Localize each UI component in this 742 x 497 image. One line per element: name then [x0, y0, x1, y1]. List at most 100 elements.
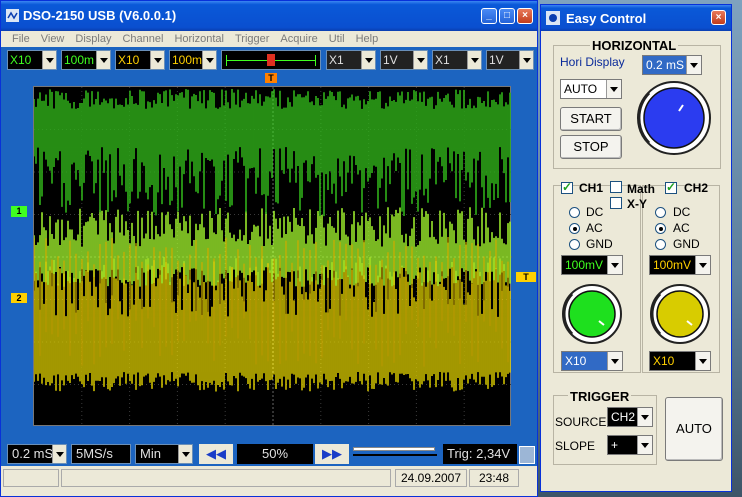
menu-display[interactable]: Display — [75, 31, 111, 47]
chevron-down-icon[interactable] — [637, 408, 652, 426]
chevron-down-icon[interactable] — [607, 256, 622, 274]
ch2-probe-select[interactable]: X10 — [649, 351, 711, 371]
ch2-gnd-radio[interactable] — [655, 239, 666, 250]
math-volt-select-1[interactable]: 1V — [380, 50, 428, 70]
trigger-position-marker[interactable] — [267, 54, 275, 66]
scope-toolbar: X10 100m X10 100m X1 1V X1 1V — [1, 47, 537, 73]
ch1-gnd-label: GND — [586, 237, 613, 251]
scope-title: DSO-2150 USB (V6.0.0.1) — [23, 8, 177, 23]
auto-button[interactable]: AUTO — [665, 397, 723, 461]
chevron-down-icon[interactable] — [42, 51, 56, 69]
chevron-down-icon[interactable] — [695, 352, 710, 370]
trigger-slope-value: + — [611, 438, 619, 452]
ch1-checkbox[interactable] — [561, 180, 573, 194]
ch2-checkbox[interactable] — [665, 180, 677, 194]
trigger-slope-select[interactable]: + — [607, 435, 653, 455]
xy-checkbox[interactable] — [610, 197, 622, 209]
ch1-ac-radio[interactable] — [569, 223, 580, 234]
menu-horizontal[interactable]: Horizontal — [174, 31, 224, 47]
status-bar: 24.09.2007 23:48 — [1, 466, 537, 496]
ch1-probe-select[interactable]: X10 — [7, 50, 57, 70]
chevron-down-icon[interactable] — [695, 256, 710, 274]
ch2-level-marker[interactable]: 2 — [11, 293, 27, 303]
chevron-down-icon[interactable] — [202, 51, 216, 69]
trigger-position-top-marker[interactable]: T — [265, 73, 277, 83]
horizontal-knob[interactable] — [635, 79, 713, 157]
chevron-down-icon[interactable] — [52, 445, 66, 463]
chevron-down-icon[interactable] — [467, 51, 481, 69]
menu-acquire[interactable]: Acquire — [280, 31, 317, 47]
trigger-source-select[interactable]: CH2 — [607, 407, 653, 427]
menu-view[interactable]: View — [41, 31, 65, 47]
close-button[interactable]: × — [711, 10, 726, 25]
ch2-label: CH2 — [684, 181, 709, 195]
menu-util[interactable]: Util — [329, 31, 345, 47]
ch1-volt-select[interactable]: 100m — [61, 50, 111, 70]
slider-thumb[interactable] — [353, 447, 435, 451]
chevron-down-icon[interactable] — [686, 56, 701, 74]
waveform-traces — [34, 87, 512, 427]
math-probe-value-2: X1 — [435, 53, 450, 67]
acquire-mode-select[interactable]: Min — [135, 444, 193, 464]
menu-file[interactable]: File — [12, 31, 30, 47]
ch1-dc-radio[interactable] — [569, 207, 580, 218]
easy-control-title: Easy Control — [566, 11, 647, 26]
chevron-down-icon[interactable] — [150, 51, 164, 69]
position-slider[interactable] — [353, 446, 437, 462]
refresh-icon[interactable] — [519, 446, 535, 464]
ch2-dc-radio[interactable] — [655, 207, 666, 218]
trigger-source-value: CH2 — [611, 410, 636, 424]
maximize-button[interactable]: □ — [499, 8, 515, 24]
math-volt-value-2: 1V — [489, 53, 504, 67]
math-probe-select-2[interactable]: X1 — [432, 50, 482, 70]
ch1-knob[interactable] — [561, 283, 623, 345]
scope-titlebar[interactable]: DSO-2150 USB (V6.0.0.1) _ □ × — [1, 1, 537, 31]
math-volt-select-2[interactable]: 1V — [486, 50, 534, 70]
chevron-down-icon[interactable] — [606, 80, 621, 98]
timebase-position-indicator[interactable] — [221, 50, 321, 70]
trigger-source-label: SOURCE — [555, 415, 607, 429]
chevron-down-icon[interactable] — [607, 352, 622, 370]
ch1-volt-value: 100m — [64, 53, 95, 67]
chevron-down-icon[interactable] — [96, 51, 110, 69]
ch1-volt-select[interactable]: 100mV — [561, 255, 623, 275]
ch2-volt-select[interactable]: 100m — [169, 50, 217, 70]
scroll-right-button[interactable]: ▶▶ — [315, 444, 349, 464]
minimize-button[interactable]: _ — [481, 8, 497, 24]
timebase-value: 0.2 mS — [12, 446, 54, 461]
menu-channel[interactable]: Channel — [122, 31, 163, 47]
ch1-gnd-radio[interactable] — [569, 239, 580, 250]
ch2-volt-select[interactable]: 100mV — [649, 255, 711, 275]
ch2-probe-select[interactable]: X10 — [115, 50, 165, 70]
start-button[interactable]: START — [560, 107, 622, 131]
ch2-ac-radio[interactable] — [655, 223, 666, 234]
app-icon — [6, 9, 19, 22]
app-icon — [546, 11, 560, 25]
trigger-title: TRIGGER — [568, 389, 632, 404]
chevron-down-icon[interactable] — [413, 51, 427, 69]
ch2-knob[interactable] — [649, 283, 711, 345]
ch2-probe-value: X10 — [118, 53, 140, 67]
menu-trigger[interactable]: Trigger — [235, 31, 269, 47]
chevron-down-icon[interactable] — [361, 51, 375, 69]
hori-mode-select[interactable]: AUTO — [560, 79, 622, 99]
chevron-down-icon[interactable] — [519, 51, 533, 69]
math-probe-select-1[interactable]: X1 — [326, 50, 376, 70]
chevron-down-icon[interactable] — [637, 436, 652, 454]
waveform-plot[interactable] — [33, 86, 512, 427]
close-button[interactable]: × — [517, 8, 533, 24]
easy-control-titlebar[interactable]: Easy Control × — [541, 5, 731, 31]
scroll-left-button[interactable]: ◀◀ — [199, 444, 233, 464]
chevron-down-icon[interactable] — [178, 445, 192, 463]
hori-timebase-select[interactable]: 0.2 mS — [642, 55, 702, 75]
timebase-select[interactable]: 0.2 mS — [7, 444, 67, 464]
scope-window: DSO-2150 USB (V6.0.0.1) _ □ × File View … — [0, 0, 538, 497]
menu-bar: File View Display Channel Horizontal Tri… — [1, 31, 537, 47]
stop-button[interactable]: STOP — [560, 135, 622, 159]
trigger-level-marker[interactable]: T — [516, 272, 536, 282]
ch1-level-marker[interactable]: 1 — [11, 206, 27, 217]
ch2-ac-label: AC — [673, 221, 690, 235]
math-checkbox[interactable] — [610, 181, 622, 193]
menu-help[interactable]: Help — [356, 31, 379, 47]
ch1-probe-select[interactable]: X10 — [561, 351, 623, 371]
